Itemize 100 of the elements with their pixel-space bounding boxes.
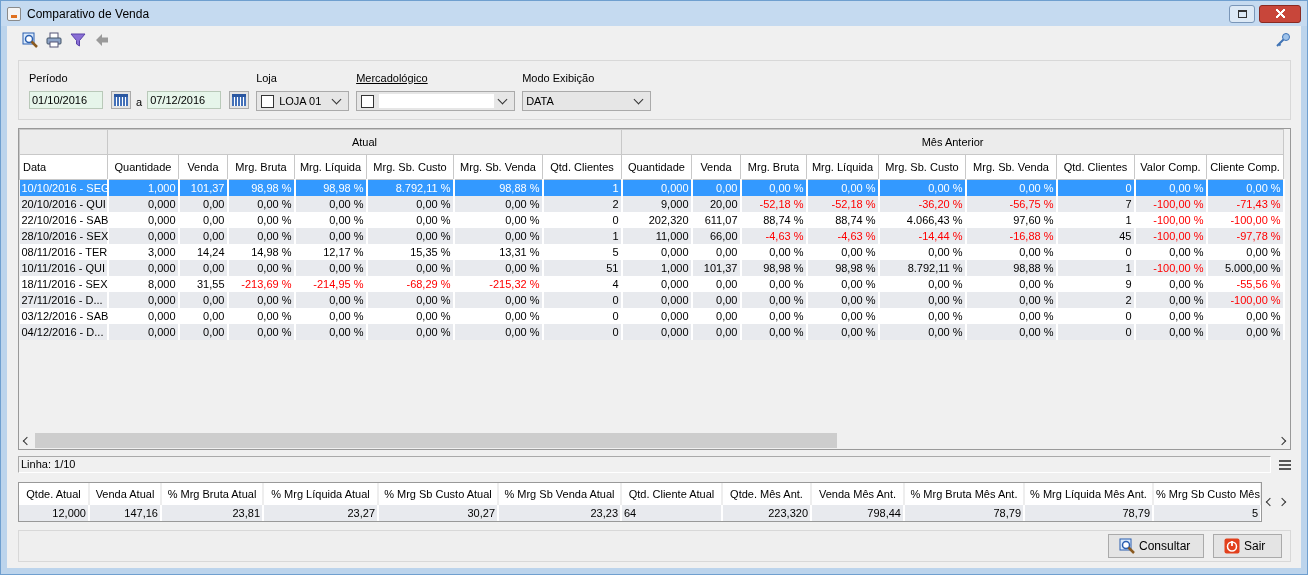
column-header[interactable]: Data	[19, 154, 108, 180]
checkbox[interactable]	[361, 94, 375, 108]
separator-text: a	[136, 96, 143, 108]
summary-value: 12,000	[19, 505, 89, 521]
table-cell: 0,000	[107, 292, 179, 308]
table-cell: 14,98 %	[227, 244, 295, 260]
table-cell: 0,00	[691, 308, 741, 324]
table-cell: 45	[1056, 228, 1135, 244]
table-cell: 0,00 %	[965, 308, 1057, 324]
table-cell: 5	[542, 244, 622, 260]
printer-icon[interactable]	[46, 32, 62, 48]
table-cell: 0,000	[107, 324, 179, 340]
table-cell: 10/11/2016 - QUI	[19, 260, 108, 276]
column-group-header: Mês Anterior	[621, 129, 1284, 155]
table-cell: 0,00 %	[294, 324, 367, 340]
consultar-button[interactable]: Consultar	[1108, 534, 1204, 558]
table-cell: 0,00 %	[453, 260, 543, 276]
table-cell: 5.000,00 %	[1206, 260, 1284, 276]
close-button[interactable]	[1259, 4, 1301, 23]
table-cell: -100,00 %	[1134, 212, 1207, 228]
table-cell: 1	[1056, 212, 1135, 228]
calendar-button[interactable]	[111, 91, 131, 109]
table-cell: 0,00	[178, 228, 228, 244]
summary-value: 223,320	[722, 505, 811, 521]
column-header[interactable]: Mrg. Sb. Venda	[453, 154, 543, 180]
app-icon	[7, 6, 21, 21]
column-header[interactable]: Qtd. Clientes	[1056, 154, 1135, 180]
menu-icon[interactable]	[1279, 459, 1291, 470]
table-cell: 1	[542, 228, 622, 244]
table-cell: 28/10/2016 - SEX	[19, 228, 108, 244]
mode-dropdown[interactable]: DATA	[522, 91, 652, 111]
table-cell: 0,000	[107, 196, 179, 212]
table-cell: 0,000	[621, 308, 692, 324]
table-cell: -213,69 %	[227, 276, 295, 292]
table-cell: 51	[542, 260, 622, 276]
table-cell: 0,00 %	[366, 324, 454, 340]
date-field[interactable]: 07/12/2016	[147, 91, 222, 109]
summary-header: % Mrg Sb Custo Mês	[1153, 483, 1261, 505]
table-cell: 18/11/2016 - SEX	[19, 276, 108, 292]
horizontal-scrollbar[interactable]	[19, 432, 1290, 449]
table-cell: -214,95 %	[294, 276, 367, 292]
summary-value: 30,27	[378, 505, 498, 521]
summary-header: % Mrg Líquida Atual	[263, 483, 378, 505]
key-icon[interactable]	[1275, 32, 1291, 48]
store-dropdown[interactable]: LOJA 01	[256, 91, 350, 111]
table-cell: 0,00 %	[740, 292, 807, 308]
calendar-button[interactable]	[229, 91, 250, 109]
table-cell: 1,000	[621, 260, 692, 276]
table-cell: 0,00 %	[740, 244, 807, 260]
date-field[interactable]: 01/10/2016	[29, 91, 103, 109]
table-cell: -100,00 %	[1206, 212, 1284, 228]
summary-value: 798,44	[811, 505, 904, 521]
table-cell: 3,000	[107, 244, 179, 260]
table-cell: 0,00 %	[1206, 308, 1284, 324]
table-cell: 0	[542, 324, 622, 340]
table-cell: 0,00 %	[806, 244, 879, 260]
table-cell: 1	[1056, 260, 1135, 276]
summary-value: 147,16	[89, 505, 161, 521]
summary-value: 23,81	[161, 505, 263, 521]
table-cell: 0,00	[691, 244, 741, 260]
field-link-label[interactable]: Mercadológico	[356, 72, 516, 86]
filter-icon[interactable]	[70, 32, 86, 48]
table-cell: -100,00 %	[1134, 260, 1207, 276]
table-cell: -52,18 %	[806, 196, 879, 212]
table-cell: 9,000	[621, 196, 692, 212]
table-cell: 0,00	[178, 292, 228, 308]
table-cell: 0,00 %	[740, 308, 807, 324]
search-icon[interactable]	[22, 32, 38, 48]
table-cell: 0,00 %	[366, 196, 454, 212]
summary-header: % Mrg Sb Custo Atual	[378, 483, 498, 505]
table-cell: 0,00	[178, 260, 228, 276]
table-cell: 0,00 %	[453, 212, 543, 228]
table-cell: 0,00	[178, 212, 228, 228]
table-cell: 14,24	[178, 244, 228, 260]
summary-value: 64	[621, 505, 722, 521]
checkbox[interactable]	[261, 94, 275, 108]
table-cell: 0,000	[621, 244, 692, 260]
table-cell: 0,00	[691, 324, 741, 340]
sair-button[interactable]: Sair	[1213, 534, 1282, 558]
restore-button[interactable]	[1229, 4, 1255, 23]
column-header[interactable]: Mrg. Sb. Custo	[366, 154, 454, 180]
table-cell: 27/11/2016 - D...	[19, 292, 108, 308]
table-cell: 9	[1056, 276, 1135, 292]
column-header[interactable]: Mrg. Sb. Venda	[965, 154, 1057, 180]
table-cell: -100,00 %	[1206, 292, 1284, 308]
table-cell: -71,43 %	[1206, 196, 1284, 212]
table-cell: 0,00 %	[806, 308, 879, 324]
field-label: Loja	[256, 72, 278, 86]
table-cell: 0,000	[621, 292, 692, 308]
table-cell: 0,00 %	[1206, 324, 1284, 340]
table-cell: -4,63 %	[806, 228, 879, 244]
table-cell: 101,37	[691, 260, 741, 276]
table-cell: 0,00 %	[294, 260, 367, 276]
summary-header: Venda Atual	[89, 483, 161, 505]
column-header[interactable]: Mrg. Sb. Custo	[878, 154, 966, 180]
summary-header: % Mrg Líquida Mês Ant.	[1024, 483, 1153, 505]
table-cell: 0,000	[107, 228, 179, 244]
table-cell: 0,00 %	[227, 324, 295, 340]
table-cell: -215,32 %	[453, 276, 543, 292]
table-cell: 22/10/2016 - SAB	[19, 212, 108, 228]
